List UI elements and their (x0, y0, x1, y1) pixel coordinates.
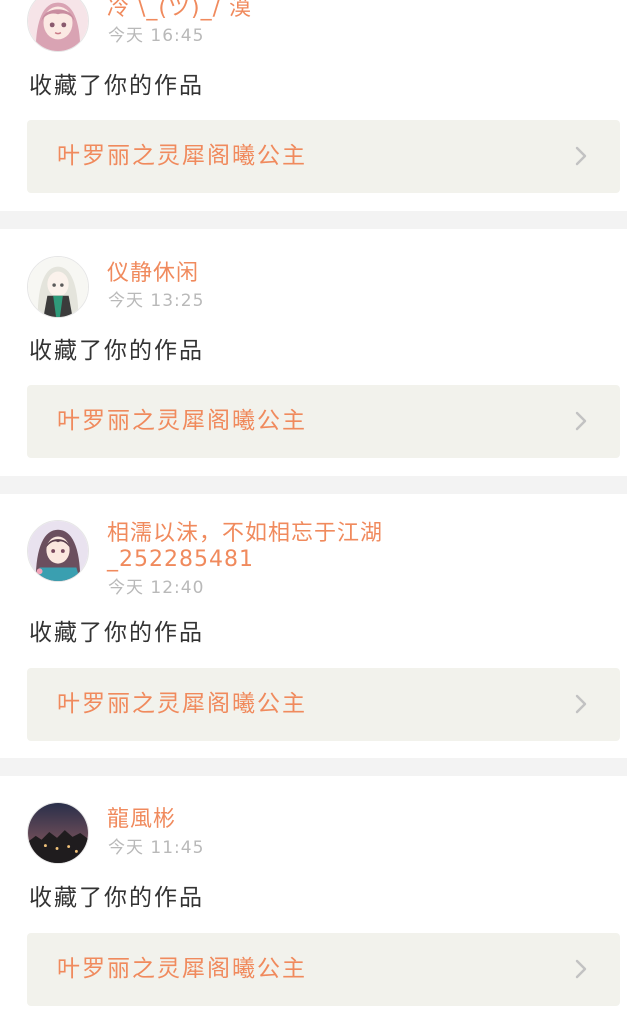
work-title: 叶罗丽之灵犀阁曦公主 (57, 956, 307, 982)
username[interactable]: 龍風彬 (107, 807, 427, 833)
action-text: 收藏了你的作品 (29, 885, 204, 911)
work-title: 叶罗丽之灵犀阁曦公主 (57, 143, 307, 169)
username[interactable]: 相濡以沫，不如相忘于江湖_252285481 (107, 521, 407, 573)
notification-card: 相濡以沫，不如相忘于江湖_252285481 今天 12:40 收藏了你的作品 … (0, 494, 627, 758)
work-title: 叶罗丽之灵犀阁曦公主 (57, 691, 307, 717)
anime-girl-avatar-icon (28, 521, 88, 581)
timestamp: 今天 11:45 (108, 838, 205, 858)
work-link[interactable]: 叶罗丽之灵犀阁曦公主 (27, 933, 620, 1006)
timestamp: 今天 13:25 (108, 291, 205, 311)
timestamp: 今天 16:45 (108, 26, 205, 46)
action-text: 收藏了你的作品 (29, 620, 204, 646)
notification-card: 冷 \_(ツ)_/ 漠 今天 16:45 收藏了你的作品 叶罗丽之灵犀阁曦公主 (0, 0, 627, 211)
chevron-right-icon (575, 411, 587, 431)
user-avatar[interactable] (27, 520, 89, 582)
user-avatar[interactable] (27, 802, 89, 864)
night-city-avatar-icon (28, 803, 88, 863)
user-avatar[interactable] (27, 256, 89, 318)
username[interactable]: 冷 \_(ツ)_/ 漠 (107, 0, 427, 22)
action-text: 收藏了你的作品 (29, 73, 204, 99)
notification-card: 仪静休闲 今天 13:25 收藏了你的作品 叶罗丽之灵犀阁曦公主 (0, 229, 627, 476)
chevron-right-icon (575, 146, 587, 166)
username[interactable]: 仪静休闲 (107, 261, 427, 287)
user-avatar[interactable] (27, 0, 89, 52)
timestamp: 今天 12:40 (108, 578, 205, 598)
silver-hair-girl-avatar-icon (28, 257, 88, 317)
action-text: 收藏了你的作品 (29, 338, 204, 364)
chevron-right-icon (575, 959, 587, 979)
notification-feed: 冷 \_(ツ)_/ 漠 今天 16:45 收藏了你的作品 叶罗丽之灵犀阁曦公主 … (0, 0, 627, 1024)
work-title: 叶罗丽之灵犀阁曦公主 (57, 408, 307, 434)
work-link[interactable]: 叶罗丽之灵犀阁曦公主 (27, 668, 620, 741)
chevron-right-icon (575, 694, 587, 714)
pink-hair-girl-avatar-icon (28, 0, 88, 51)
work-link[interactable]: 叶罗丽之灵犀阁曦公主 (27, 385, 620, 458)
work-link[interactable]: 叶罗丽之灵犀阁曦公主 (27, 120, 620, 193)
notification-card: 龍風彬 今天 11:45 收藏了你的作品 叶罗丽之灵犀阁曦公主 (0, 776, 627, 1024)
